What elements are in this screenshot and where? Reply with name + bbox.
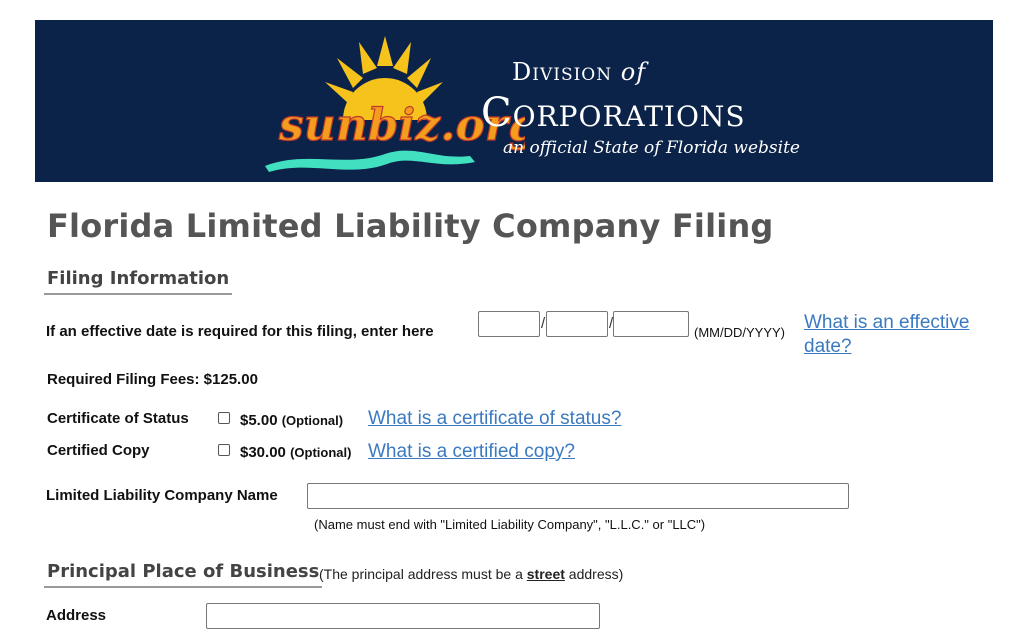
effective-year-input[interactable] bbox=[613, 311, 689, 337]
required-fees-text: Required Filing Fees: $125.00 bbox=[47, 371, 258, 388]
principal-address-note: (The principal address must be a street … bbox=[319, 566, 623, 582]
certified-copy-fee-amount: $30.00 bbox=[240, 444, 286, 461]
header-banner: sunbiz.org Division of Corporations an o… bbox=[35, 20, 993, 182]
llc-name-input[interactable] bbox=[307, 483, 849, 509]
certified-copy-checkbox[interactable] bbox=[218, 444, 230, 456]
of-word: of bbox=[620, 58, 647, 86]
certified-copy-label: Certified Copy bbox=[47, 442, 150, 459]
division-word: Division bbox=[512, 58, 613, 86]
certificate-fee-amount: $5.00 bbox=[240, 412, 278, 429]
effective-month-input[interactable] bbox=[478, 311, 540, 337]
certificate-of-status-help-link[interactable]: What is a certificate of status? bbox=[368, 407, 621, 431]
principal-place-heading: Principal Place of Business bbox=[44, 561, 323, 588]
certificate-fee: $5.00 (Optional) bbox=[240, 412, 343, 429]
division-of-text: Division of bbox=[512, 58, 646, 86]
certificate-of-status-label: Certificate of Status bbox=[47, 410, 189, 427]
date-format-hint: (MM/DD/YYYY) bbox=[694, 325, 785, 340]
certificate-of-status-checkbox[interactable] bbox=[218, 412, 230, 424]
date-separator-1: / bbox=[541, 315, 546, 332]
llc-name-label: Limited Liability Company Name bbox=[46, 487, 278, 504]
certified-copy-help-link[interactable]: What is a certified copy? bbox=[368, 440, 575, 464]
address-input[interactable] bbox=[206, 603, 600, 629]
address-label: Address bbox=[46, 607, 107, 624]
effective-day-input[interactable] bbox=[546, 311, 608, 337]
note-prefix: (The principal address must be a bbox=[319, 566, 527, 582]
note-street: street bbox=[526, 566, 565, 582]
effective-date-help-link[interactable]: What is an effective date? bbox=[804, 311, 994, 359]
certificate-optional: (Optional) bbox=[281, 413, 344, 428]
tagline: an official State of Florida website bbox=[503, 138, 800, 158]
corporations-text: Corporations bbox=[481, 90, 746, 136]
effective-date-label: If an effective date is required for thi… bbox=[46, 323, 434, 340]
certified-copy-fee: $30.00 (Optional) bbox=[240, 444, 351, 461]
note-suffix: address) bbox=[564, 566, 624, 582]
page-title: Florida Limited Liability Company Filing bbox=[47, 207, 774, 245]
certified-copy-optional: (Optional) bbox=[290, 445, 352, 460]
llc-name-note: (Name must end with "Limited Liability C… bbox=[314, 517, 706, 532]
filing-information-heading: Filing Information bbox=[44, 268, 233, 295]
